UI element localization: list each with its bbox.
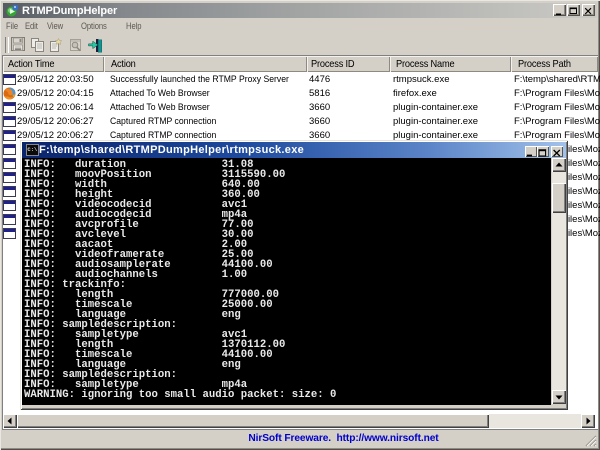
svg-text:C:\: C:\ <box>27 146 38 153</box>
